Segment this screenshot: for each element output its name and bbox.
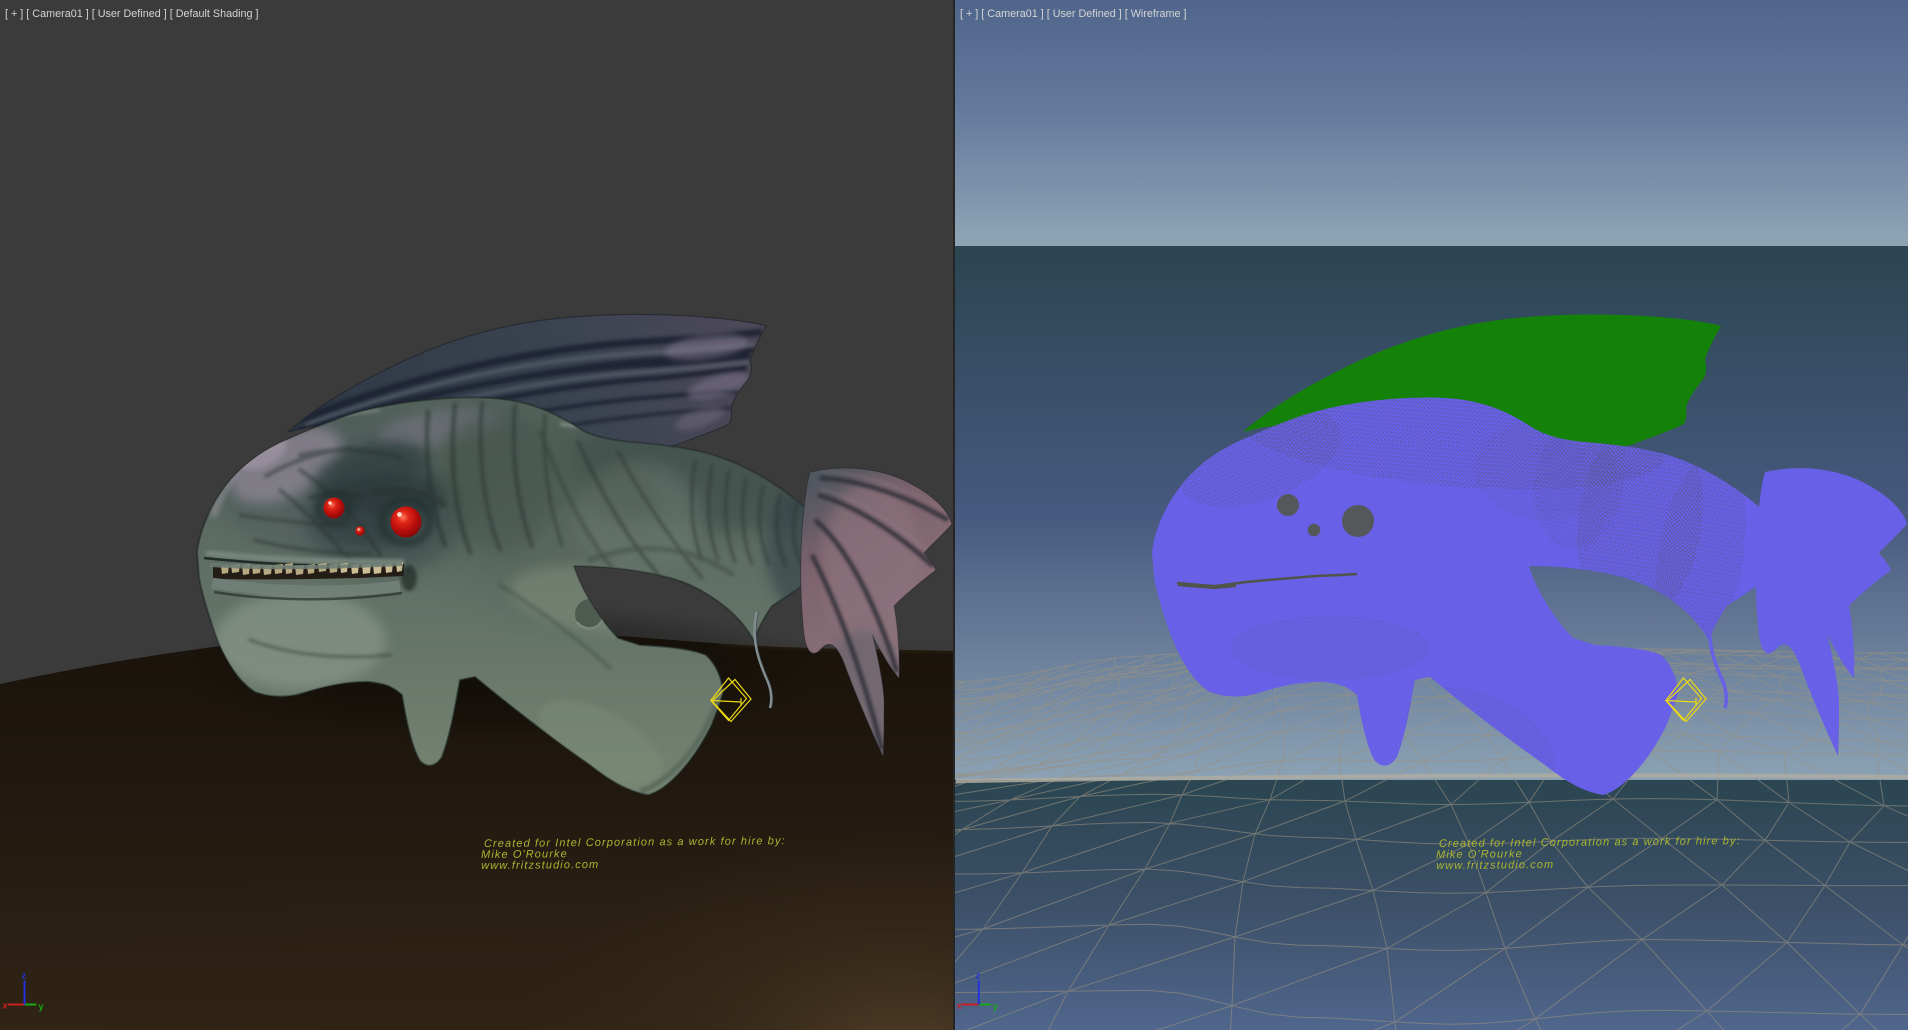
svg-text:z: z: [976, 971, 981, 981]
svg-text:y: y: [39, 1002, 44, 1012]
svg-text:x: x: [3, 1001, 8, 1011]
svg-text:x: x: [957, 1001, 962, 1011]
svg-text:[ + ] [ Camera01 ] [ User Defi: [ + ] [ Camera01 ] [ User Defined ] [ Wi…: [960, 8, 1187, 20]
svg-text:www.fritzstudio.com: www.fritzstudio.com: [481, 859, 599, 872]
svg-text:[ + ] [ Camera01 ] [ User Defi: [ + ] [ Camera01 ] [ User Defined ] [ De…: [5, 8, 259, 20]
svg-text:y: y: [993, 1002, 998, 1012]
svg-text:z: z: [22, 971, 27, 981]
svg-text:www.fritzstudio.com: www.fritzstudio.com: [1436, 859, 1554, 872]
